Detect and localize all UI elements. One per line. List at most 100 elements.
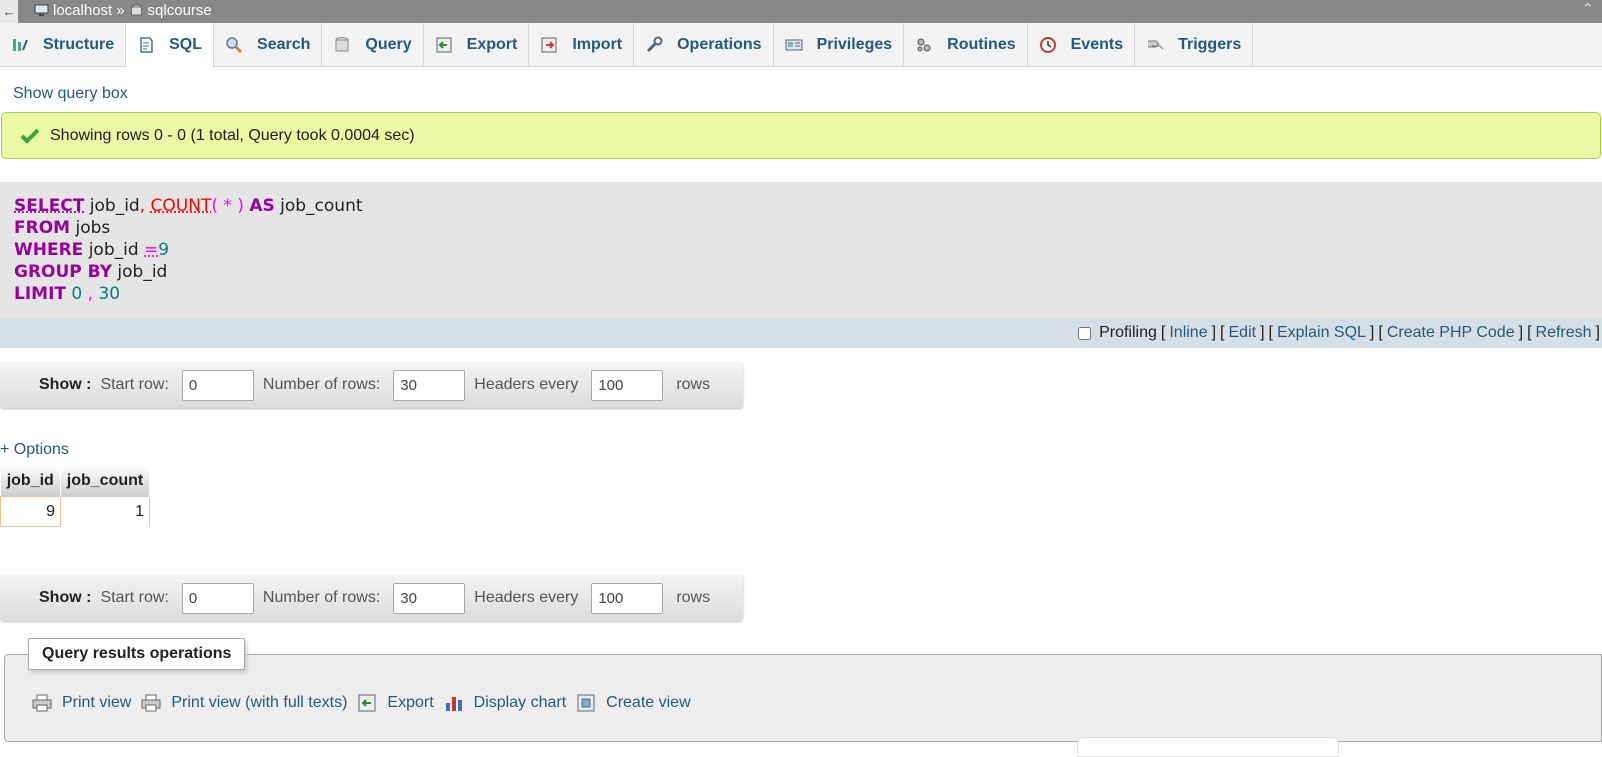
display-chart-link[interactable]: Display chart [444,694,566,712]
checkmark-icon [20,128,40,144]
tab-operations[interactable]: Operations [634,23,774,67]
print-view-full-link[interactable]: Print view (with full texts) [141,694,347,712]
tab-triggers[interactable]: Triggers [1135,23,1254,67]
column-header-job-id[interactable]: job_id [0,466,61,497]
bracket: [ [1220,324,1225,341]
sql-keyword[interactable]: SELECT [14,196,84,216]
collapse-icon[interactable]: ⌃ [1581,0,1594,18]
clock-icon [1039,37,1056,53]
export-label[interactable]: Export [387,694,433,712]
bracket: ] [1369,324,1375,341]
sql-identifier: job_id [88,240,139,260]
sql-number: 30 [98,284,121,304]
tab-privileges[interactable]: Privileges [774,23,905,67]
bracket: ] [1518,324,1524,341]
query-icon [335,37,349,52]
sql-query-display[interactable]: SELECT job_id, COUNT( * ) AS job_count F… [0,182,1602,318]
create-php-code-link[interactable]: Create PHP Code [1387,324,1515,342]
routines-icon [917,38,931,52]
display-chart-label[interactable]: Display chart [474,694,566,712]
sql-identifier: job_count [280,196,363,216]
sql-identifier: jobs [75,218,111,238]
profiling-checkbox[interactable] [1078,326,1092,340]
print-view-link[interactable]: Print view [32,694,131,712]
table-cell[interactable]: 9 [0,496,61,527]
tab-search[interactable]: Search [214,23,323,67]
sql-punct: * [223,196,232,216]
start-row-label: Start row: [100,589,169,606]
num-rows-label: Number of rows: [262,376,381,393]
back-arrow-icon[interactable]: ← [0,0,18,23]
rows-label: rows [676,589,711,606]
bracket: [ [1527,324,1532,341]
sql-identifier: job_id [117,262,168,282]
options-link[interactable]: + Options [0,441,69,459]
bracket: ] [1260,324,1265,341]
breadcrumb-database[interactable]: sqlcourse [148,2,212,19]
num-rows-label: Number of rows: [262,589,381,606]
start-row-input[interactable] [181,369,254,401]
show-query-box-link[interactable]: Show query box [13,85,128,103]
export-icon [436,37,452,53]
sql-actions-bar: Profiling [ Inline ] [ Edit ] [ Explain … [0,318,1602,348]
create-view-link[interactable]: Create view [576,694,691,712]
tab-query[interactable]: Query [322,23,424,67]
breadcrumb-server[interactable]: localhost [53,2,112,19]
rows-label: rows [676,376,711,393]
tab-structure[interactable]: Structure [0,23,127,67]
start-row-input[interactable] [181,582,254,614]
headers-every-input[interactable] [591,369,664,401]
tab-import[interactable]: Import [529,23,635,67]
tab-label: Triggers [1178,36,1242,53]
inline-edit-link[interactable]: Inline [1169,324,1207,342]
sql-line-where: WHERE job_id =9 [14,239,1588,261]
table-row[interactable]: 9 1 [0,496,150,527]
tab-events[interactable]: Events [1028,23,1136,67]
search-icon [226,37,243,54]
sql-line-select: SELECT job_id, COUNT( * ) AS job_count [14,195,1588,217]
tab-export[interactable]: Export [424,23,530,67]
print-view-full-label[interactable]: Print view (with full texts) [171,694,347,712]
headers-every-input[interactable] [591,582,664,614]
navigation-bar-bottom: Show : Start row: Number of rows: Header… [0,575,743,621]
floating-panel-edge [1077,737,1339,757]
show-label: Show : [39,589,92,606]
num-rows-input[interactable] [393,369,466,401]
chart-icon [445,697,462,711]
headers-every-label: Headers every [474,376,579,393]
triggers-icon [1148,40,1164,50]
sql-number: 9 [158,240,170,260]
sql-operator: = [144,240,159,260]
create-view-label[interactable]: Create view [606,694,690,712]
tab-label: Export [466,36,518,53]
refresh-link[interactable]: Refresh [1536,324,1592,342]
database-icon [130,4,142,16]
num-rows-input[interactable] [393,582,466,614]
bracket: ] [1211,324,1217,341]
print-view-label[interactable]: Print view [62,694,131,712]
edit-link[interactable]: Edit [1229,324,1257,342]
profiling-label: Profiling [1099,324,1157,341]
column-header-job-count[interactable]: job_count [60,466,150,497]
view-icon [577,694,595,712]
sql-line-group: GROUP BY job_id [14,261,1588,283]
breadcrumb: localhost » sqlcourse [34,2,212,19]
sql-number: 0 [71,284,83,304]
sql-keyword: FROM [14,218,71,238]
sql-icon [140,37,153,53]
results-table: job_id job_count 9 1 [0,466,150,527]
tab-routines[interactable]: Routines [904,23,1028,67]
navigation-bar-top: Show : Start row: Number of rows: Header… [0,362,743,408]
privileges-icon [785,39,803,51]
sql-identifier: job_id [89,196,140,216]
table-cell[interactable]: 1 [60,496,150,527]
export-link[interactable]: Export [357,694,434,712]
sql-function[interactable]: COUNT [151,196,212,216]
sql-line-limit: LIMIT 0 , 30 [14,283,1588,305]
show-label: Show : [39,376,92,393]
explain-sql-link[interactable]: Explain SQL [1277,324,1366,342]
sql-punct: ( [211,196,218,216]
tab-sql[interactable]: SQL [126,23,215,68]
import-icon [541,37,557,53]
structure-icon [13,39,28,51]
